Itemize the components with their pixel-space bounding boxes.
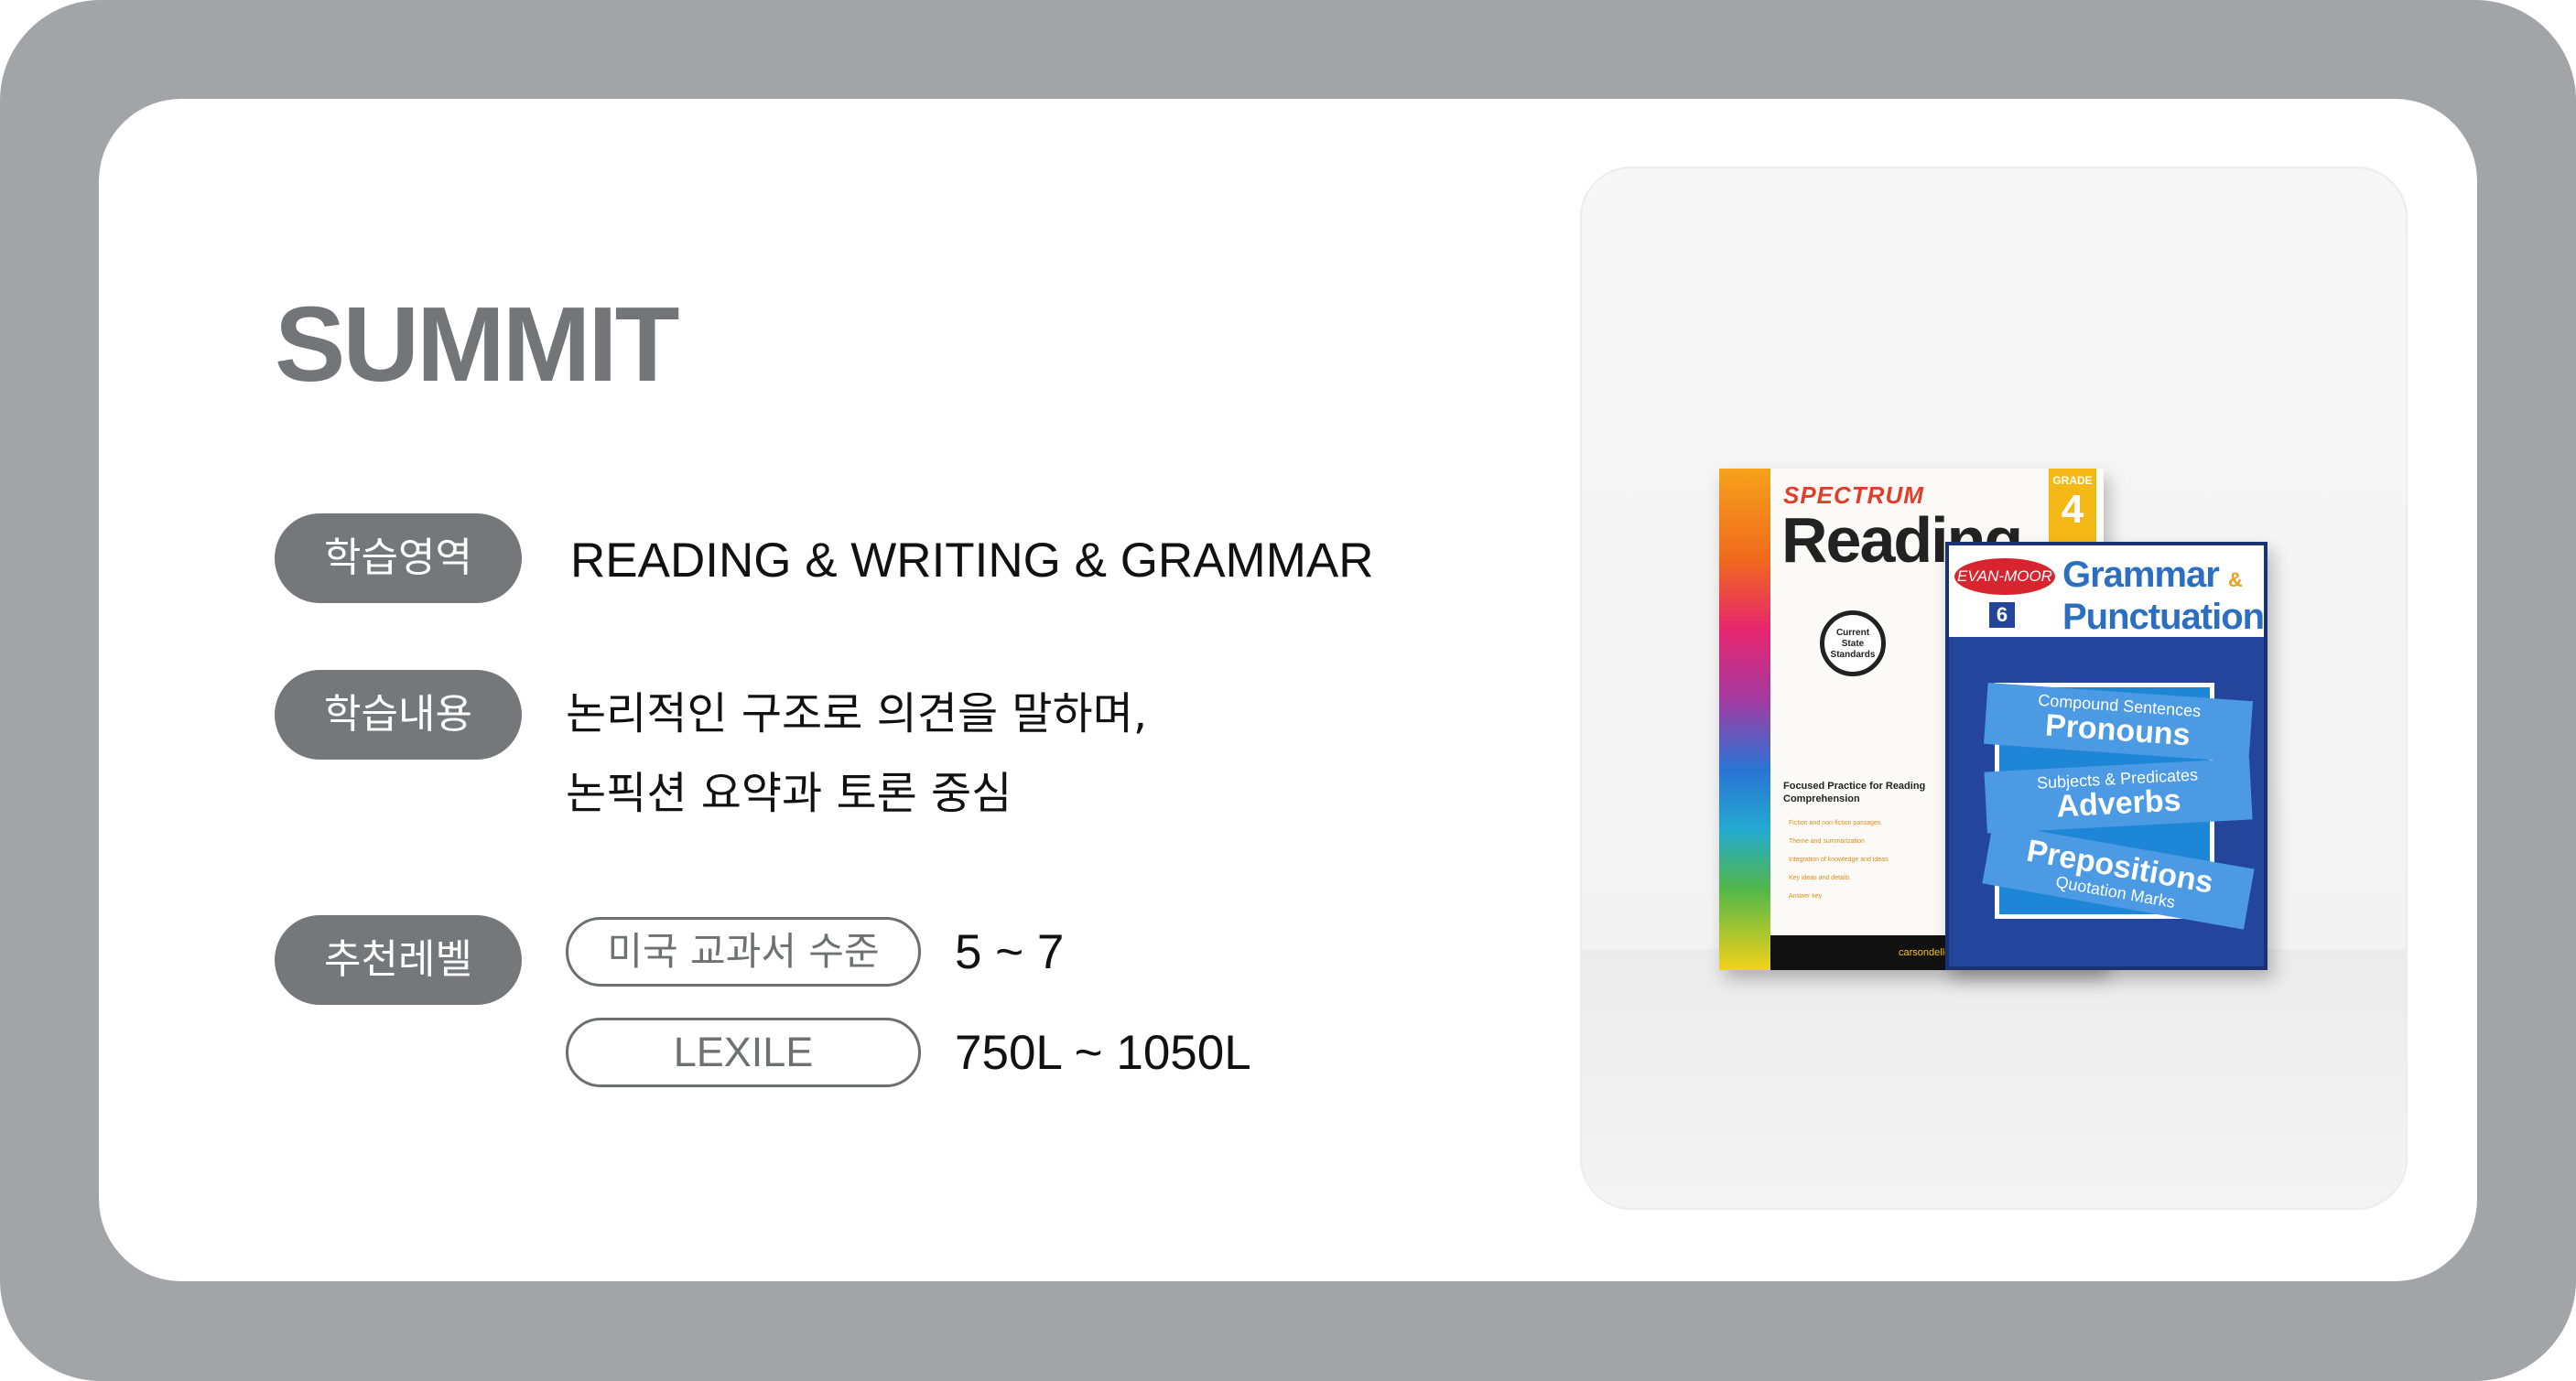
content-line-1: 논리적인 구조로 의견을 말하며, xyxy=(566,688,1148,739)
grammar-title: Grammar & Punctuation xyxy=(2062,556,2264,635)
books-photo: SPECTRUM Reading GRADE 4 Current State S… xyxy=(1580,167,2408,1210)
page-title: SUMMIT xyxy=(275,285,679,404)
standards-seal: Current State Standards xyxy=(1820,610,1886,676)
grade-badge: GRADE 4 xyxy=(2049,469,2096,542)
grammar-punctuation-book: EVAN-MOOR 6 Grammar & Punctuation Compou… xyxy=(1945,542,2268,970)
us-grade-value: 5 ~ 7 xyxy=(955,925,1065,979)
background-frame: SUMMIT 학습영역 READING & WRITING & GRAMMAR … xyxy=(0,0,2576,1381)
bullet-item: Theme and summarization xyxy=(1789,838,1865,845)
bullet-item: Fiction and non-fiction passages xyxy=(1789,820,1881,826)
us-grade-badge: 미국 교과서 수준 xyxy=(566,917,921,987)
grammar-title-word: Grammar xyxy=(2062,555,2220,595)
grade-caption: GRADE xyxy=(2052,474,2093,487)
grammar-header: EVAN-MOOR 6 Grammar & Punctuation xyxy=(1949,545,2264,637)
evan-moor-logo: EVAN-MOOR xyxy=(1954,558,2055,595)
bullet-item: Integration of knowledge and ideas xyxy=(1789,857,1889,863)
grammar-title-amp: & xyxy=(2228,568,2243,591)
grade-number: 6 xyxy=(1989,602,2015,628)
area-value: READING & WRITING & GRAMMAR xyxy=(570,534,1374,588)
level-label-pill: 추천레벨 xyxy=(275,915,522,1005)
bullet-item: Key ideas and details xyxy=(1789,875,1850,881)
area-label-pill: 학습영역 xyxy=(275,513,522,603)
content-line-2: 논픽션 요약과 토론 중심 xyxy=(566,768,1012,819)
grade-number: 4 xyxy=(2061,487,2084,532)
level-card: SUMMIT 학습영역 READING & WRITING & GRAMMAR … xyxy=(99,99,2477,1281)
bullet-item: Answer key xyxy=(1789,893,1823,900)
lexile-value: 750L ~ 1050L xyxy=(955,1026,1251,1080)
spectrum-description: Focused Practice for Reading Comprehensi… xyxy=(1783,781,1926,804)
lexile-badge: LEXILE xyxy=(566,1018,921,1087)
content-label-pill: 학습내용 xyxy=(275,670,522,760)
rainbow-band xyxy=(1719,469,1770,970)
spectrum-bullet-list: Fiction and non-fiction passages Theme a… xyxy=(1789,815,1889,906)
grammar-title-word-2: Punctuation xyxy=(2062,597,2265,637)
